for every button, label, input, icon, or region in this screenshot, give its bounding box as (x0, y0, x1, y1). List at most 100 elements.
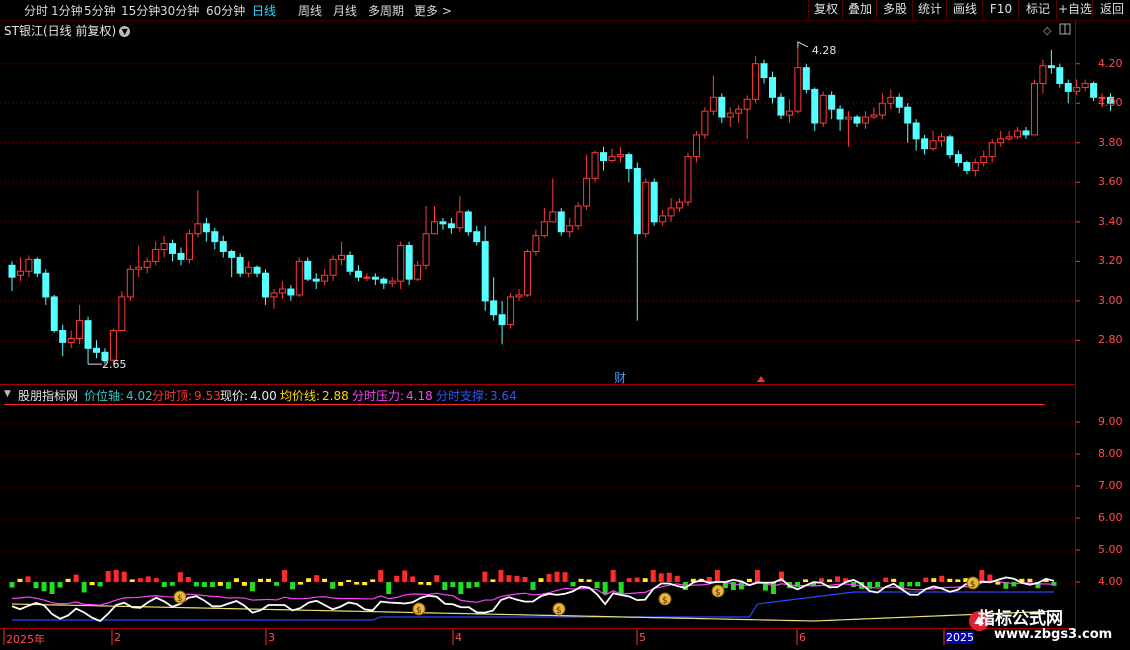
candle-body (980, 156, 988, 164)
money-bag-symbol: $ (556, 606, 562, 616)
indicator-item-4: 分时压力: 4.18 (352, 387, 433, 404)
indicator-bar (650, 570, 656, 582)
watermark-url: www.zbgs3.com (994, 627, 1113, 642)
indicator-bar (618, 582, 624, 594)
indicator-bar (538, 578, 544, 582)
indicator-item-1: 分时顶: 9.53 (152, 387, 221, 404)
indicator-bar (161, 582, 167, 587)
indicator-bar (931, 578, 937, 582)
indicator-bar (314, 575, 320, 582)
indicator-bar (306, 578, 312, 582)
candle-body (152, 249, 160, 262)
indicator-bar (322, 578, 328, 582)
indicator-bar (137, 578, 143, 582)
price-tick-label: 3.00 (1098, 293, 1123, 307)
indicator-bar (578, 578, 584, 582)
candle-body (245, 266, 253, 274)
indicator-chevron-icon[interactable]: ▼ (4, 389, 11, 399)
candle-body (194, 223, 202, 235)
candle-body (794, 67, 802, 112)
candle-body (439, 221, 447, 225)
candle-body (600, 152, 607, 162)
candle-body (819, 94, 827, 124)
triangle-marker-icon (757, 376, 765, 382)
price-tick-label: 3.20 (1098, 254, 1123, 268)
indicator-bar (378, 570, 384, 582)
indicator-bar (474, 582, 480, 587)
average-line (11, 603, 1055, 622)
indicator-bar (514, 575, 520, 582)
indicator-bar (891, 578, 897, 582)
candle-body (971, 162, 979, 171)
candle-body (1014, 130, 1022, 138)
candle-body (540, 221, 548, 237)
candle-body (414, 264, 422, 280)
candle-body (388, 280, 396, 284)
indicator-bar (426, 582, 432, 586)
indicator-bar (666, 572, 672, 582)
candle-body (93, 347, 100, 353)
date-label: 5 (639, 631, 646, 644)
indicator-bar (274, 582, 280, 586)
candle-body (211, 231, 219, 243)
candle-body (33, 258, 41, 274)
candle-body (59, 330, 67, 343)
candle-body (1005, 136, 1013, 140)
candle-body (262, 272, 269, 298)
indicator-bar (482, 571, 488, 582)
candle-body (321, 274, 329, 282)
indicator-bar (362, 582, 368, 586)
indicator-bar (498, 570, 504, 582)
indicator-bar (979, 570, 985, 582)
candle-body (566, 225, 574, 233)
indicator-bar (169, 582, 175, 586)
indicator-bar (209, 582, 215, 587)
indicator-tick-label: 8.00 (1098, 447, 1123, 460)
candle-body (616, 154, 624, 158)
candle-body (769, 77, 776, 98)
date-label: 2025年 (6, 633, 45, 646)
money-bag-symbol: $ (662, 596, 668, 606)
indicator-bar (265, 578, 271, 582)
money-bag-symbol: $ (970, 580, 976, 590)
right-axis-panel (1075, 20, 1130, 630)
candle-body (160, 243, 168, 251)
indicator-bar (338, 582, 344, 586)
candle-body (270, 292, 278, 298)
price-tick-label: 3.80 (1098, 135, 1123, 149)
candle-body (1056, 67, 1064, 84)
candle-body (253, 266, 261, 274)
indicator-bar (546, 574, 552, 582)
candle-body (802, 67, 810, 90)
indicator-bar (634, 577, 640, 582)
indicator-bar (89, 582, 95, 586)
price-tick-label: 3.40 (1098, 214, 1123, 228)
indicator-item-label: 分时顶: (152, 389, 193, 403)
indicator-bar (706, 577, 712, 582)
indicator-bar (770, 582, 776, 594)
indicator-bar (602, 582, 608, 594)
indicator-bar (97, 582, 103, 587)
indicator-name: 股朋指标网 (18, 389, 79, 403)
candle-body (709, 96, 717, 112)
candle-body (8, 264, 16, 278)
candle-body (236, 256, 244, 274)
indicator-item-label: 价位轴: (84, 389, 125, 403)
candle-body (16, 270, 24, 276)
candle-body (921, 138, 929, 150)
indicator-item-value: 9.53 (194, 389, 221, 403)
indicator-bar (73, 574, 79, 582)
indicator-bar (41, 582, 47, 592)
watermark-title: 指标公式网 (978, 609, 1063, 629)
indicator-bar (939, 575, 945, 582)
indicator-bar (225, 582, 231, 589)
indicator-tick-label: 4.00 (1098, 575, 1123, 588)
indicator-bar (257, 578, 263, 582)
indicator-bar (819, 578, 825, 582)
indicator-bar (442, 582, 448, 590)
indicator-bar (217, 582, 223, 586)
candle-body (997, 138, 1005, 144)
indicator-bar (145, 576, 151, 582)
candle-body (938, 136, 945, 142)
indicator-bar (522, 577, 528, 582)
